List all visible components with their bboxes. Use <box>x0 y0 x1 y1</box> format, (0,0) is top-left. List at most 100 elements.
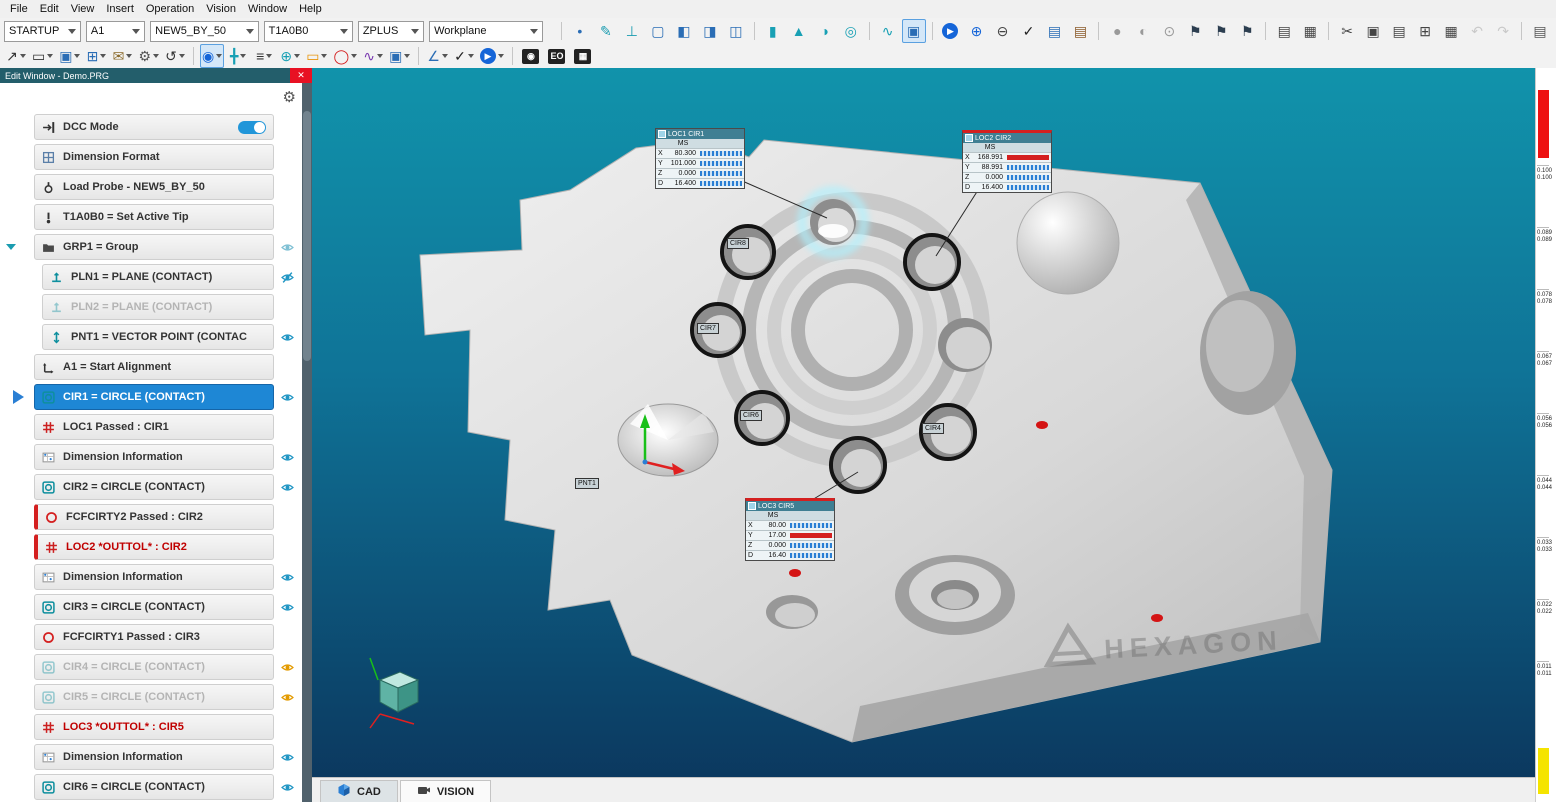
report-list-icon[interactable]: ▤ <box>1272 19 1296 43</box>
pencil-line-icon[interactable]: ✎ <box>594 19 618 43</box>
half-rect-right-icon[interactable]: ◨ <box>698 19 722 43</box>
menu-help[interactable]: Help <box>293 2 328 16</box>
play-circle-icon[interactable]: ▶ <box>478 44 506 68</box>
comment-icon[interactable]: ✉ <box>110 44 134 68</box>
eye-icon[interactable] <box>274 691 300 704</box>
cursor-mode-icon[interactable]: ↗ <box>4 44 28 68</box>
dcc-toggle-switch[interactable] <box>238 121 266 134</box>
cylinder-icon[interactable]: ▮ <box>761 19 785 43</box>
tree-item[interactable]: CIR2 = CIRCLE (CONTACT) <box>34 474 274 500</box>
tree-item[interactable]: T1A0B0 = Set Active Tip <box>34 204 274 230</box>
eye-icon[interactable] <box>274 781 300 794</box>
measurement-callout-loc2[interactable]: LOC2 CIR2MSX168.991Y88.991Z0.000D16.400 <box>962 130 1052 193</box>
tree-item[interactable]: CIR4 = CIRCLE (CONTACT) <box>34 654 274 680</box>
menu-edit[interactable]: Edit <box>34 2 65 16</box>
gage-circle-icon[interactable]: ◯ <box>331 44 359 68</box>
measure-grid-icon[interactable]: ⊞ <box>84 44 108 68</box>
report-edit-icon[interactable]: ▤ <box>1068 19 1092 43</box>
view-cube[interactable] <box>370 658 418 728</box>
measurement-callout-loc3[interactable]: LOC3 CIR5MSX80.00Y17.00Z0.000D16.40 <box>745 498 835 561</box>
graphics-window-icon[interactable]: ▣ <box>902 19 926 43</box>
sphere-icon[interactable]: ◑ <box>813 19 837 43</box>
tree-item[interactable]: PLN2 = PLANE (CONTACT) <box>42 294 274 320</box>
eye-icon[interactable] <box>274 751 300 764</box>
graph-icon[interactable]: ∿ <box>361 44 385 68</box>
menu-vision[interactable]: Vision <box>200 2 242 16</box>
menu-operation[interactable]: Operation <box>140 2 200 16</box>
eye-icon[interactable] <box>274 391 300 404</box>
tab-vision[interactable]: VISION <box>400 780 491 802</box>
tree-item[interactable]: PNT1 = VECTOR POINT (CONTAC <box>42 324 274 350</box>
tree-item[interactable]: Dimension Format <box>34 144 274 170</box>
report-pass-icon[interactable]: ▤ <box>1042 19 1066 43</box>
dropdown-workplane[interactable]: Workplane <box>429 21 543 42</box>
verify-icon[interactable]: ✓ <box>1016 19 1040 43</box>
torus-icon[interactable]: ◎ <box>839 19 863 43</box>
expander-icon[interactable] <box>6 244 16 250</box>
dropdown-alignment[interactable]: A1 <box>86 21 145 42</box>
feature-label-cir7[interactable]: CIR7 <box>697 323 719 334</box>
execute-icon[interactable]: ▶ <box>938 19 962 43</box>
scrollbar-thumb[interactable] <box>303 111 311 361</box>
menu-view[interactable]: View <box>65 2 101 16</box>
perpendicular-icon[interactable]: ⊥ <box>620 19 644 43</box>
split-rect-icon[interactable]: ◫ <box>724 19 748 43</box>
tree-item[interactable]: Dimension Information <box>34 564 274 590</box>
menu-insert[interactable]: Insert <box>100 2 140 16</box>
tree-item[interactable]: PLN1 = PLANE (CONTACT) <box>42 264 274 290</box>
gage-rect-icon[interactable]: ▭ <box>304 44 329 68</box>
globe-icon[interactable]: ⊕ <box>278 44 302 68</box>
tree-item[interactable]: DCC Mode <box>34 114 274 140</box>
scan-curve-icon[interactable]: ∿ <box>876 19 900 43</box>
panel-scrollbar[interactable] <box>302 83 312 802</box>
eye-icon[interactable] <box>274 331 300 344</box>
dropdown-probe[interactable]: NEW5_BY_50 <box>150 21 259 42</box>
eye-icon[interactable] <box>274 451 300 464</box>
feature-label-cir6[interactable]: CIR6 <box>740 410 762 421</box>
tree-item[interactable]: Load Probe - NEW5_BY_50 <box>34 174 274 200</box>
tree-item[interactable]: CIR5 = CIRCLE (CONTACT) <box>34 684 274 710</box>
sphere-sector-icon[interactable]: ◉ <box>200 44 224 68</box>
redo-icon[interactable]: ↷ <box>1491 19 1515 43</box>
half-sphere-icon[interactable]: ◐ <box>1131 19 1155 43</box>
measured-point-icon[interactable]: • <box>568 19 592 43</box>
feature-label-cir4[interactable]: CIR4 <box>922 423 944 434</box>
tree-item[interactable]: LOC1 Passed : CIR1 <box>34 414 274 440</box>
eye-icon[interactable] <box>274 241 300 254</box>
pattern-icon[interactable]: ⊞ <box>1413 19 1437 43</box>
dropdown-tip[interactable]: T1A0B0 <box>264 21 353 42</box>
eye-icon[interactable] <box>274 271 300 284</box>
rounded-rect-icon[interactable]: ▢ <box>646 19 670 43</box>
tree-item[interactable]: CIR6 = CIRCLE (CONTACT) <box>34 774 274 800</box>
tree-item[interactable]: FCFCIRTY2 Passed : CIR2 <box>34 504 274 530</box>
print-icon[interactable]: ▤ <box>1528 19 1552 43</box>
tab-cad[interactable]: CAD <box>320 780 398 802</box>
feature-label-pnt1[interactable]: PNT1 <box>575 478 599 489</box>
dropdown-startup[interactable]: STARTUP <box>4 21 81 42</box>
tree-item[interactable]: LOC3 *OUTTOL* : CIR5 <box>34 714 274 740</box>
eye-icon[interactable] <box>274 571 300 584</box>
half-rect-left-icon[interactable]: ◧ <box>672 19 696 43</box>
tree-item[interactable]: A1 = Start Alignment <box>34 354 274 380</box>
eye-icon[interactable] <box>274 481 300 494</box>
optimize-gears-icon[interactable]: ⚙ <box>136 44 161 68</box>
bookmark3-icon[interactable]: ⚑ <box>1235 19 1259 43</box>
menu-window[interactable]: Window <box>242 2 293 16</box>
dropdown-workplane-axis[interactable]: ZPLUS <box>358 21 424 42</box>
rotate-view-icon[interactable]: ↺ <box>163 44 187 68</box>
probe-toggle-icon[interactable]: ▣ <box>57 44 82 68</box>
mark-done-icon[interactable]: ✓ <box>452 44 476 68</box>
cone-icon[interactable]: ▲ <box>787 19 811 43</box>
measurement-callout-loc1[interactable]: LOC1 CIR1MSX80.300Y101.000Z0.000D16.400 <box>655 128 745 189</box>
window-layout-icon[interactable]: ▭ <box>30 44 55 68</box>
tree-item[interactable]: FCFCIRTY1 Passed : CIR3 <box>34 624 274 650</box>
feature-label-cir8[interactable]: CIR8 <box>727 238 749 249</box>
tree-item[interactable]: GRP1 = Group <box>34 234 274 260</box>
edit-window-titlebar[interactable]: Edit Window - Demo.PRG ✕ <box>0 68 312 83</box>
camera-icon[interactable]: ◉ <box>519 44 543 68</box>
eo-box-icon[interactable]: EO <box>545 44 569 68</box>
tree-item[interactable]: Dimension Information <box>34 744 274 770</box>
film-box-icon[interactable]: ▦ <box>571 44 595 68</box>
report-grid-icon[interactable]: ▦ <box>1298 19 1322 43</box>
copy-icon[interactable]: ▣ <box>1361 19 1385 43</box>
